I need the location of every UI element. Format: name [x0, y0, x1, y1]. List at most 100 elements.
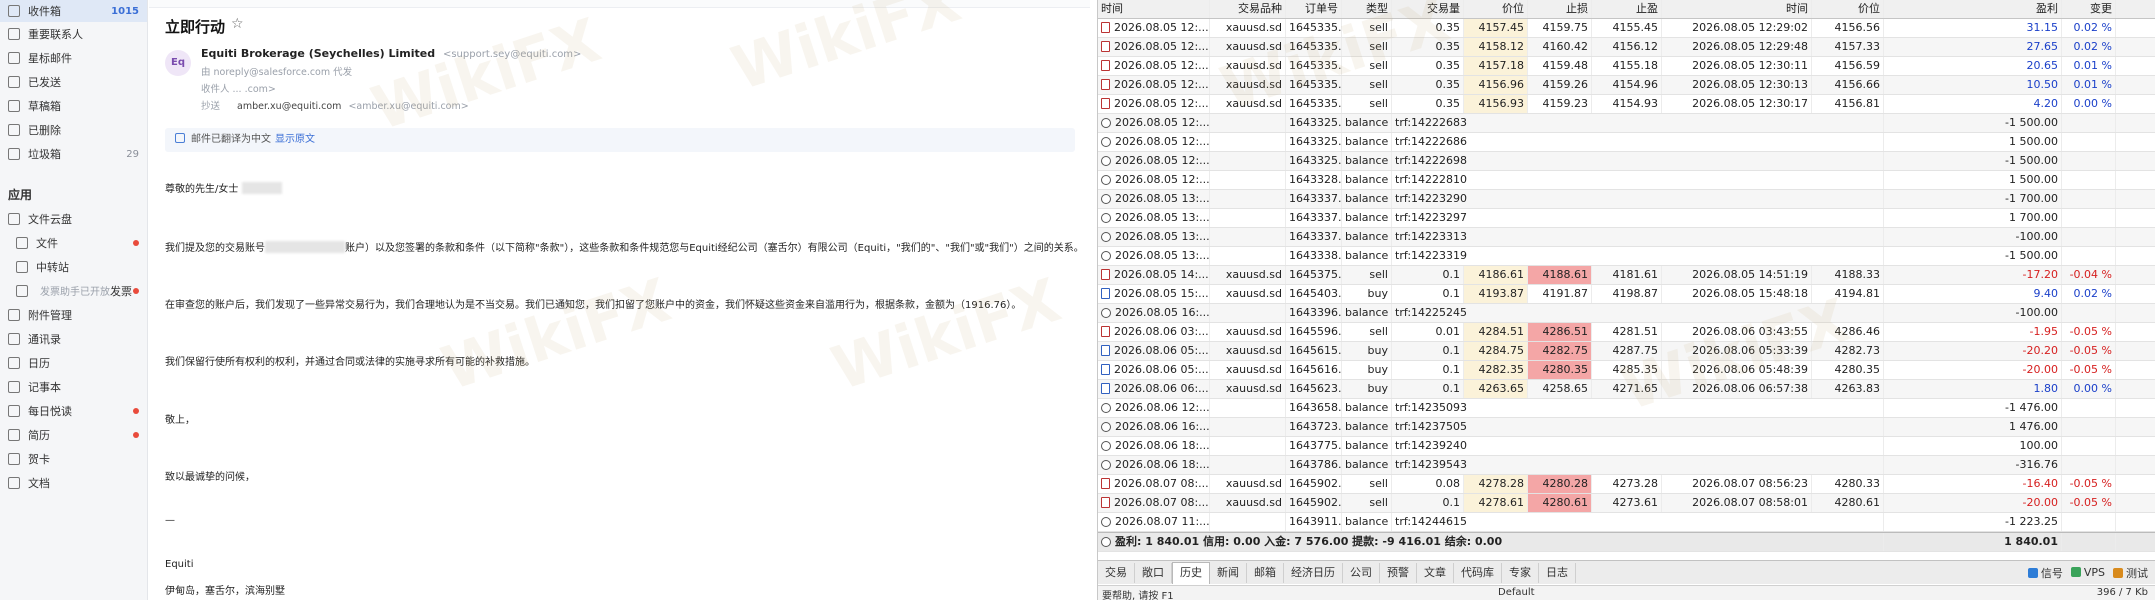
column-header[interactable]: 价位 [1812, 0, 1884, 18]
table-row[interactable]: 2026.08.05 12:... 1643325...balancetrf:14… [1098, 133, 2155, 152]
table-row[interactable]: 2026.08.07 11:... 1643911...balancetrf:14… [1098, 513, 2155, 532]
table-row[interactable]: 2026.08.06 18:... 1643775...balancetrf:14… [1098, 437, 2155, 456]
tool-1[interactable]: VPS [2070, 566, 2105, 579]
table-row[interactable]: 2026.08.06 06:...xauusd.sd1645623...buy0… [1098, 380, 2155, 399]
table-row[interactable]: 2026.08.07 08:...xauusd.sd1645902...sell… [1098, 494, 2155, 513]
column-header[interactable]: 交易量 [1392, 0, 1464, 18]
sell-order-icon [1101, 497, 1110, 508]
sidebar-app-item[interactable]: 文件 [0, 231, 147, 255]
table-row[interactable]: 2026.08.05 14:...xauusd.sd1645375...sell… [1098, 266, 2155, 285]
table-row[interactable]: 2026.08.05 12:...xauusd.sd1645335...sell… [1098, 76, 2155, 95]
sidebar-app-item[interactable]: 简历 [0, 423, 147, 447]
sidebar-app-item[interactable]: 文件云盘 [0, 207, 147, 231]
sidebar-app-item[interactable]: 每日悦读 [0, 399, 147, 423]
tab-1[interactable]: 敞口 [1135, 562, 1172, 583]
tool-2[interactable]: 测试 [2113, 565, 2148, 581]
table-row[interactable]: 2026.08.06 05:...xauusd.sd1645616...buy0… [1098, 361, 2155, 380]
cc-value[interactable]: amber.xu@equiti.com [237, 101, 341, 112]
cell-close-time: 2026.08.05 15:48:18 [1662, 285, 1812, 303]
sidebar-app-item[interactable]: 发票助手已开放发票 [0, 279, 147, 303]
tab-11[interactable]: 日志 [1539, 562, 1576, 583]
table-row[interactable]: 2026.08.05 15:...xauusd.sd1645403...buy0… [1098, 285, 2155, 304]
tab-7[interactable]: 预警 [1380, 562, 1417, 583]
cell-close-time: 2026.08.05 12:30:13 [1662, 76, 1812, 94]
sidebar-item[interactable]: 已发送 [0, 70, 147, 94]
tab-9[interactable]: 代码库 [1454, 562, 1502, 583]
cell-symbol [1210, 399, 1286, 417]
tab-0[interactable]: 交易 [1098, 562, 1135, 583]
sidebar-app-item[interactable]: 日历 [0, 351, 147, 375]
column-header[interactable]: 止盈 [1592, 0, 1662, 18]
table-row[interactable]: 2026.08.06 16:... 1643723...balancetrf:14… [1098, 418, 2155, 437]
column-header[interactable]: 价位 [1464, 0, 1528, 18]
trading-terminal: 时间 交易品种 订单号 类型 交易量 价位 止损 止盈 时间 价位 盈利 变更 2026.08.05 1… [1097, 0, 2155, 600]
table-row[interactable]: 2026.08.05 12:...xauusd.sd1645335...sell… [1098, 95, 2155, 114]
column-header[interactable]: 交易品种 [1210, 0, 1286, 18]
tab-10[interactable]: 专家 [1502, 562, 1539, 583]
table-row[interactable]: 2026.08.05 12:...xauusd.sd1645335...sell… [1098, 38, 2155, 57]
table-row[interactable]: 2026.08.05 13:... 1643338...balancetrf:14… [1098, 247, 2155, 266]
cell-symbol: xauusd.sd [1210, 19, 1286, 37]
sidebar-app-item[interactable]: 记事本 [0, 375, 147, 399]
cell-type: sell [1342, 57, 1392, 75]
sidebar-app-item[interactable]: 通讯录 [0, 327, 147, 351]
balance-icon [1101, 441, 1111, 451]
tool-0[interactable]: 信号 [2027, 565, 2063, 581]
cell-take-profit: 4155.18 [1592, 57, 1662, 75]
status-profile: Default [1498, 587, 1535, 598]
app-icon [16, 261, 28, 273]
tab-2[interactable]: 历史 [1172, 561, 1210, 584]
column-header[interactable]: 订单号 [1286, 0, 1342, 18]
table-row[interactable]: 2026.08.06 03:...xauusd.sd1645596...sell… [1098, 323, 2155, 342]
column-header[interactable]: 时间 [1098, 0, 1210, 18]
tab-3[interactable]: 新闻 [1210, 562, 1247, 583]
sidebar-app-item[interactable]: 中转站 [0, 255, 147, 279]
balance-icon [1101, 194, 1111, 204]
sidebar-app-item[interactable]: 文档 [0, 471, 147, 495]
sidebar-item-label: 已发送 [28, 76, 61, 89]
table-row[interactable]: 2026.08.06 18:... 1643786...balancetrf:14… [1098, 456, 2155, 475]
table-row[interactable]: 2026.08.06 05:...xauusd.sd1645615...buy0… [1098, 342, 2155, 361]
sender-name[interactable]: Equiti Brokerage (Seychelles) Limited <s… [201, 47, 581, 60]
table-row[interactable]: 2026.08.07 08:...xauusd.sd1645902...sell… [1098, 475, 2155, 494]
table-row[interactable]: 2026.08.05 16:... 1643396...balancetrf:14… [1098, 304, 2155, 323]
cell-stop-loss: 4280.35 [1528, 361, 1592, 379]
sidebar-item[interactable]: 垃圾箱 29 [0, 142, 147, 166]
tab-4[interactable]: 邮箱 [1247, 562, 1284, 583]
column-header[interactable]: 变更 [2062, 0, 2116, 18]
show-original-link[interactable]: 显示原文 [275, 134, 315, 145]
open-time-text: 2026.08.05 12:... [1115, 173, 1210, 186]
table-row[interactable]: 2026.08.05 13:... 1643337...balancetrf:14… [1098, 228, 2155, 247]
sidebar-item[interactable]: 收件箱 1015 [0, 0, 147, 22]
tab-6[interactable]: 公司 [1343, 562, 1380, 583]
column-header[interactable]: 止损 [1528, 0, 1592, 18]
star-icon[interactable]: ☆ [231, 16, 244, 32]
table-row[interactable]: 2026.08.05 12:...xauusd.sd1645335...sell… [1098, 19, 2155, 38]
sidebar-item[interactable]: 已删除 [0, 118, 147, 142]
folder-icon [8, 148, 20, 160]
column-header[interactable]: 类型 [1342, 0, 1392, 18]
sidebar-app-item[interactable]: 贺卡 [0, 447, 147, 471]
tab-5[interactable]: 经济日历 [1284, 562, 1343, 583]
signature-dash: — [165, 515, 175, 526]
cell-change: -0.05 % [2062, 494, 2116, 512]
table-row[interactable]: 2026.08.05 12:... 1643325...balancetrf:14… [1098, 114, 2155, 133]
mail-subject: 立即行动 [165, 18, 226, 36]
table-row[interactable]: 2026.08.05 13:... 1643337...balancetrf:14… [1098, 190, 2155, 209]
table-row[interactable]: 2026.08.05 13:... 1643337...balancetrf:14… [1098, 209, 2155, 228]
sidebar-item[interactable]: 草稿箱 [0, 94, 147, 118]
tab-8[interactable]: 文章 [1417, 562, 1454, 583]
sidebar-app-item[interactable]: 附件管理 [0, 303, 147, 327]
cell-type: sell [1342, 95, 1392, 113]
cell-close-time: 2026.08.06 03:43:55 [1662, 323, 1812, 341]
sidebar-item[interactable]: 星标邮件 [0, 46, 147, 70]
table-row[interactable]: 2026.08.05 12:... 1643328...balancetrf:14… [1098, 171, 2155, 190]
table-row[interactable]: 2026.08.05 12:... 1643325...balancetrf:14… [1098, 152, 2155, 171]
cell-stop-loss: 4159.75 [1528, 19, 1592, 37]
column-header[interactable]: 盈利 [1884, 0, 2062, 18]
cell-type: sell [1342, 19, 1392, 37]
column-header[interactable]: 时间 [1662, 0, 1812, 18]
table-row[interactable]: 2026.08.06 12:... 1643658...balancetrf:14… [1098, 399, 2155, 418]
table-row[interactable]: 2026.08.05 12:...xauusd.sd1645335...sell… [1098, 57, 2155, 76]
sidebar-item[interactable]: 重要联系人 [0, 22, 147, 46]
